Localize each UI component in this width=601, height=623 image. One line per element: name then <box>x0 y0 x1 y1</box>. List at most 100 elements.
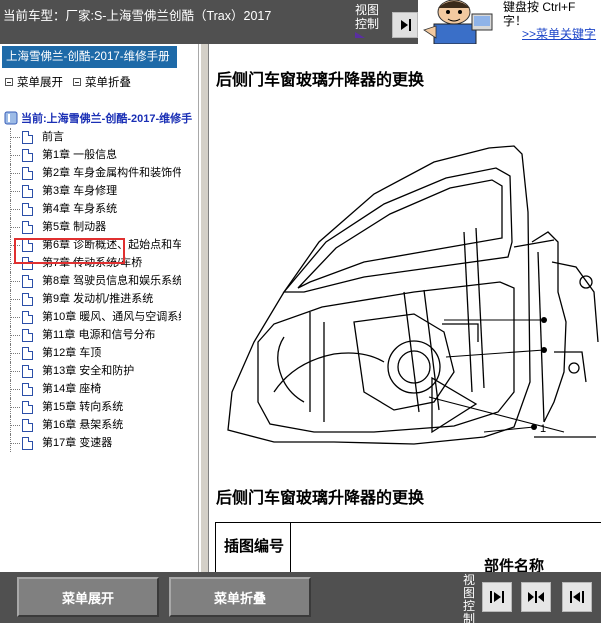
tree-item-label: 第16章 悬架系统 <box>42 419 124 431</box>
tree-connector <box>11 227 20 228</box>
shortcut-tip-ad: 键盘按 Ctrl+F 字！ >>菜单关键字 <box>418 0 601 44</box>
content-pane: 后侧门车窗玻璃升降器的更换 1 后侧门车窗玻璃升降器的更换 插图编号 部件名称 <box>209 44 601 572</box>
bottom-toolbar: 菜单展开 菜单折叠 视图控制 <box>0 572 601 623</box>
expand-all-label: 菜单展开 <box>17 77 63 89</box>
tree-connector <box>11 371 20 372</box>
document-icon <box>22 149 33 162</box>
tree-item-label: 第13章 安全和防护 <box>42 365 135 377</box>
menu-keyword-link[interactable]: >>菜单关键字 <box>522 25 596 42</box>
tree-item[interactable]: 第12章 车顶 <box>0 344 181 362</box>
tree-item-label: 第15章 转向系统 <box>42 401 124 413</box>
tree-connector <box>11 443 20 444</box>
manual-title-tab[interactable]: 上海雪佛兰-创酷-2017-维修手册 <box>2 46 177 68</box>
tree-item[interactable]: 第8章 驾驶员信息和娱乐系统 <box>0 272 181 290</box>
tree-item[interactable]: 第10章 暖风、通风与空调系统 <box>0 308 181 326</box>
cartoon-character-icon <box>420 0 498 44</box>
tree-item-label: 第4章 车身系统 <box>42 203 118 215</box>
tree-root-label: 当前:上海雪佛兰-创酷-2017-维修手 <box>21 113 193 125</box>
arrow-left-bar-icon <box>570 591 584 603</box>
tree-item[interactable]: 第17章 变速器 <box>0 434 181 452</box>
menu-expand-button[interactable]: 菜单展开 <box>17 577 159 617</box>
tree-connector <box>11 209 20 210</box>
tree-item[interactable]: 第3章 车身修理 <box>0 182 181 200</box>
document-icon <box>22 347 33 360</box>
collapse-all-label: 菜单折叠 <box>85 77 131 89</box>
tree-connector <box>11 281 20 282</box>
tree-connector <box>11 407 20 408</box>
view-show-right-button[interactable] <box>482 582 512 612</box>
selected-item-highlight <box>14 238 125 264</box>
tree-item[interactable]: 第5章 制动器 <box>0 218 181 236</box>
tree-item[interactable]: 第9章 发动机/推进系统 <box>0 290 181 308</box>
tree-item-label: 第5章 制动器 <box>42 221 107 233</box>
document-icon <box>22 419 33 432</box>
view-show-left-button[interactable] <box>562 582 592 612</box>
tree-item-label: 第3章 车身修理 <box>42 185 118 197</box>
document-icon <box>22 401 33 414</box>
document-icon <box>22 185 33 198</box>
tree-item-label: 第1章 一般信息 <box>42 149 118 161</box>
tree-connector <box>11 335 20 336</box>
tree-item-label: 第11章 电源和信号分布 <box>42 329 156 341</box>
collapse-all-link[interactable]: 菜单折叠 <box>73 74 131 90</box>
manual-sidebar: 上海雪佛兰-创酷-2017-维修手册 菜单展开 菜单折叠 当前:上海雪佛兰-创酷… <box>0 44 199 572</box>
tree-connector <box>11 137 20 138</box>
document-icon <box>22 167 33 180</box>
tree-connector <box>11 317 20 318</box>
document-icon <box>22 293 33 306</box>
tree-connector <box>11 425 20 426</box>
book-root-icon <box>4 111 18 125</box>
document-icon <box>22 275 33 288</box>
panel-splitter[interactable] <box>200 44 209 572</box>
tree-item-label: 第2章 车身金属构件和装饰件 <box>42 167 181 179</box>
callout-1: 1 <box>540 423 546 435</box>
tree-item-label: 第9章 发动机/推进系统 <box>42 293 154 305</box>
part-name-header-label: 部件名称 <box>484 557 545 572</box>
tree-connector <box>11 155 20 156</box>
arrow-right-bar-icon <box>490 591 504 603</box>
view-control-label: 视图控制 <box>355 3 383 38</box>
bottom-view-control-label: 视图控制 <box>463 573 476 623</box>
tree-root-clip: 当前:上海雪佛兰-创酷-2017-维修手 <box>21 110 213 126</box>
tree-operations: 菜单展开 菜单折叠 <box>5 74 131 90</box>
tree-item[interactable]: 第2章 车身金属构件和装饰件 <box>0 164 181 182</box>
tree-root[interactable]: 当前:上海雪佛兰-创酷-2017-维修手 <box>4 110 213 126</box>
figure-number-header-label: 插图编号 <box>224 537 285 555</box>
top-header: 当前车型：厂家:S-上海雪佛兰创酷（Trax）2017 视图控制 键盘按 Ctr… <box>0 0 601 44</box>
tree-connector <box>11 299 20 300</box>
view-left-pane-button[interactable] <box>392 12 418 38</box>
document-icon <box>22 383 33 396</box>
view-control-text: 视图控制 <box>355 3 380 31</box>
tree-item-label: 第10章 暖风、通风与空调系统 <box>42 311 181 323</box>
shortcut-tip-text: 键盘按 Ctrl+F 字！ <box>503 0 575 28</box>
tree-item[interactable]: 第16章 悬架系统 <box>0 416 181 434</box>
page-title: 后侧门车窗玻璃升降器的更换 <box>216 70 425 89</box>
tree-item[interactable]: 第13章 安全和防护 <box>0 362 181 380</box>
expand-all-link[interactable]: 菜单展开 <box>5 74 63 90</box>
menu-collapse-button[interactable]: 菜单折叠 <box>169 577 311 617</box>
tree-item[interactable]: 第14章 座椅 <box>0 380 181 398</box>
tree-connector <box>11 173 20 174</box>
split-arrows-icon <box>528 591 544 603</box>
tree-item[interactable]: 第11章 电源和信号分布 <box>0 326 181 344</box>
tree-item-label: 第12章 车顶 <box>42 347 102 359</box>
tree-item[interactable]: 第15章 转向系统 <box>0 398 181 416</box>
document-icon <box>22 131 33 144</box>
tree-item[interactable]: 第1章 一般信息 <box>0 146 181 164</box>
section-title: 后侧门车窗玻璃升降器的更换 <box>216 488 425 507</box>
view-split-button[interactable] <box>521 582 551 612</box>
document-icon <box>22 329 33 342</box>
current-car-title: 当前车型：厂家:S-上海雪佛兰创酷（Trax）2017 <box>3 9 272 23</box>
tree-item[interactable]: 第4章 车身系统 <box>0 200 181 218</box>
tree-connector <box>11 191 20 192</box>
document-icon <box>22 365 33 378</box>
expand-icon <box>5 78 13 86</box>
view-control-marker-icon <box>355 32 365 38</box>
tree-item-label: 第17章 变速器 <box>42 437 113 449</box>
tree-item[interactable]: 前言 <box>0 128 181 146</box>
collapse-icon <box>73 78 81 86</box>
tree-connector <box>11 353 20 354</box>
arrow-right-bar-icon <box>401 19 411 31</box>
document-icon <box>22 437 33 450</box>
table-header-figure-number: 插图编号 <box>216 523 291 572</box>
